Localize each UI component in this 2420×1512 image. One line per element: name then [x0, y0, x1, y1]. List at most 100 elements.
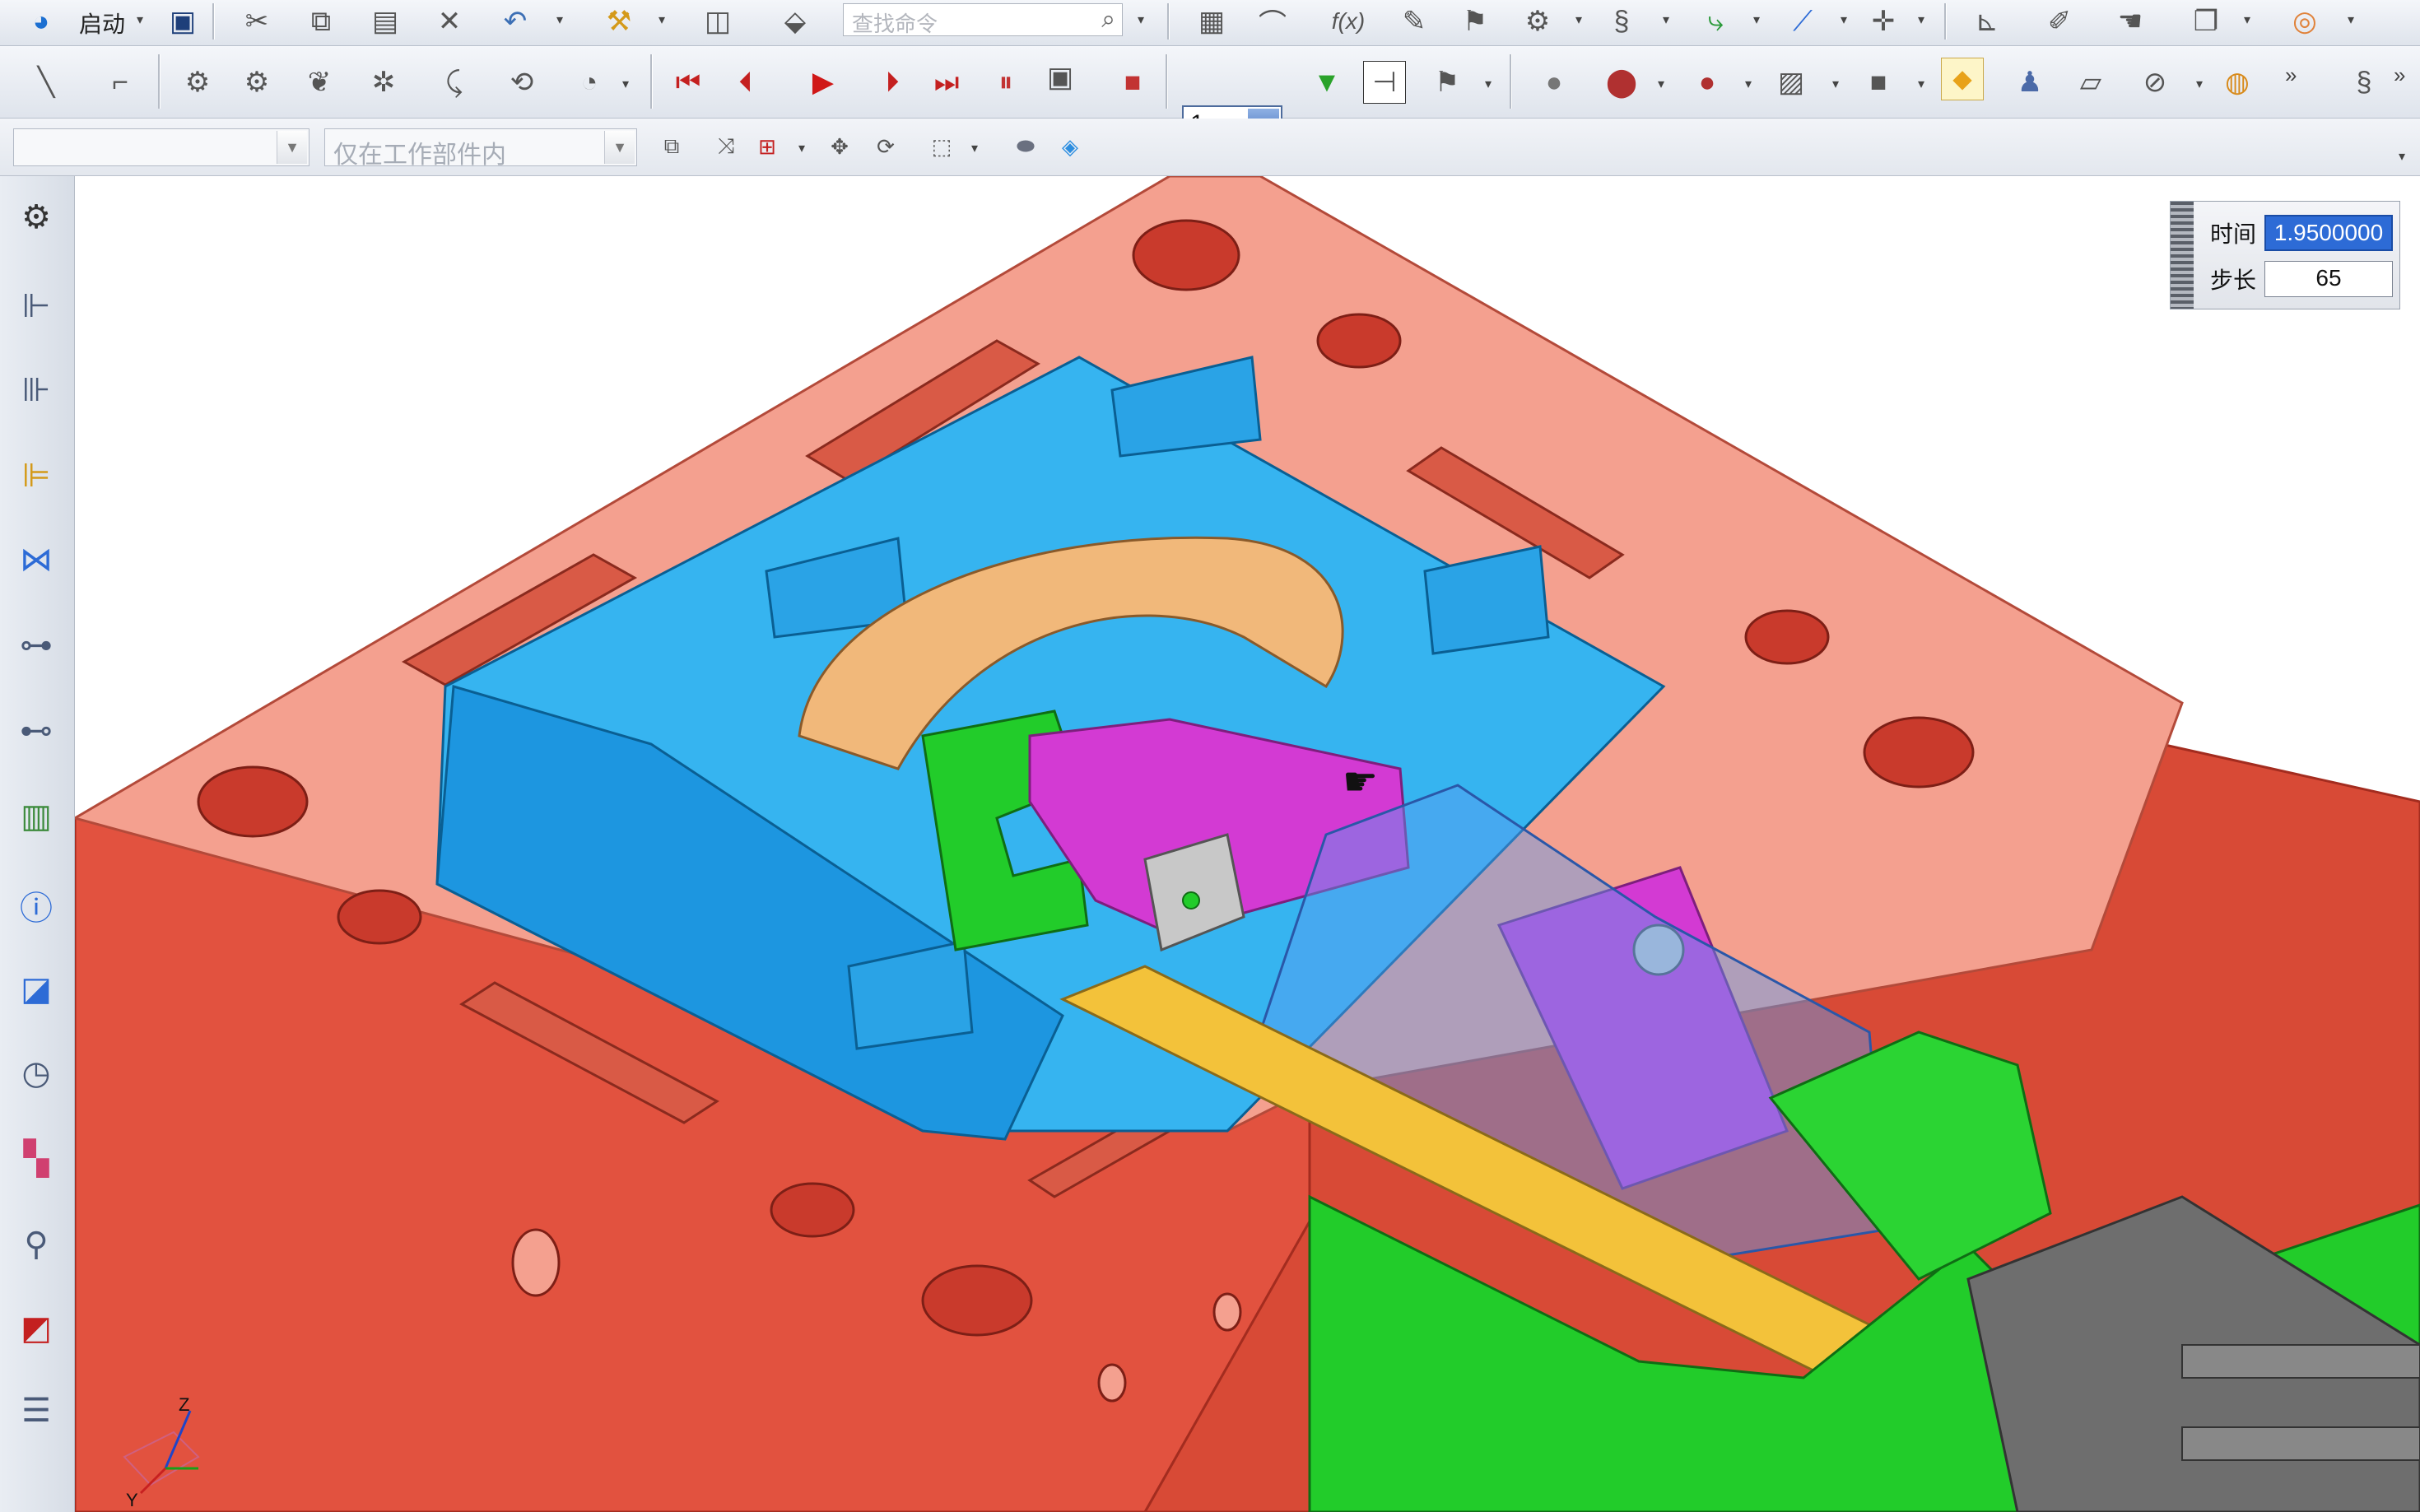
type-filter-select[interactable]: ▼	[13, 128, 309, 166]
step-field[interactable]: 65	[2264, 261, 2393, 297]
point-icon[interactable]: ✛	[1862, 0, 1905, 43]
person-icon[interactable]: ♟	[2008, 61, 2051, 104]
marker-icon[interactable]: ⟋	[1781, 0, 1824, 43]
chevron-down-icon[interactable]: ▾	[798, 140, 805, 156]
brush-icon[interactable]: ✐	[2038, 0, 2081, 43]
assembly-navigator-icon[interactable]: ⊪	[12, 365, 61, 415]
chevron-down-icon[interactable]: ▾	[556, 12, 563, 28]
pause-icon[interactable]: ⏸	[984, 61, 1027, 104]
triangle-down-icon[interactable]: ▼	[1305, 61, 1348, 104]
time-field[interactable]: 1.9500000	[2264, 215, 2393, 251]
cut-icon[interactable]: ✂	[235, 0, 278, 43]
system-scenes-icon[interactable]: ◩	[12, 1304, 61, 1353]
search-input[interactable]: 查找命令 ⌕	[843, 3, 1123, 36]
solid-icon[interactable]: ⬬	[1009, 130, 1042, 163]
curve-icon[interactable]: ⌒	[1251, 0, 1294, 43]
library-books-icon[interactable]: ▥	[12, 792, 61, 841]
target-icon[interactable]: ◎	[2283, 0, 2326, 43]
contact-icon[interactable]: ◔	[568, 61, 611, 104]
rotate-icon[interactable]: ⟳	[869, 130, 902, 163]
copy-icon[interactable]: ⧉	[300, 0, 342, 43]
box-select-icon[interactable]: ⬚	[925, 130, 958, 163]
select-point-icon[interactable]: ⊞	[751, 130, 784, 163]
chevron-down-icon[interactable]: ▾	[1663, 12, 1669, 28]
graphics-window[interactable]: ☛ Z Y	[75, 176, 2420, 1512]
mold-assembly-model[interactable]: ☛ Z Y	[75, 176, 2420, 1512]
chevron-down-icon[interactable]: ▾	[2244, 12, 2250, 28]
filter-icon[interactable]: ⧉	[655, 130, 688, 163]
start-menu-button[interactable]: 启动	[79, 7, 125, 40]
overflow-icon[interactable]: »	[2394, 63, 2405, 88]
panel-grip-handle[interactable]	[2171, 202, 2194, 309]
chevron-down-icon[interactable]: ▾	[1841, 12, 1847, 28]
chevron-down-icon[interactable]: ▼	[604, 131, 635, 164]
clip-plane-icon[interactable]: ⊘	[2134, 61, 2176, 104]
cube-icon[interactable]: ◈	[1054, 130, 1087, 163]
reuse-library-icon[interactable]: ⊶	[12, 621, 61, 670]
rewind-start-icon[interactable]: ⏮	[667, 61, 710, 104]
step-forward-icon[interactable]: ⏵	[871, 61, 914, 104]
hand-tool-icon[interactable]: ☚	[2109, 0, 2152, 43]
search-icon[interactable]: ⌕	[1101, 6, 1115, 34]
record-icon[interactable]: ▣	[1039, 56, 1082, 99]
step-back-icon[interactable]: ⏴	[724, 61, 767, 104]
chevron-down-icon[interactable]: ▾	[622, 76, 629, 92]
overflow-icon[interactable]: »	[2285, 63, 2297, 88]
constraint-icon[interactable]: ⊾	[1966, 0, 2008, 43]
section-icon[interactable]: ▨	[1770, 61, 1813, 104]
select-icon[interactable]: ⬙	[774, 0, 817, 43]
spring-icon[interactable]: §	[2343, 61, 2385, 104]
grid-plane-icon[interactable]: ▱	[2069, 61, 2112, 104]
palette-icon[interactable]: ▚	[12, 1134, 61, 1184]
tool-icon[interactable]: ⚒	[598, 0, 640, 43]
delete-icon[interactable]: ✕	[428, 0, 471, 43]
chevron-down-icon[interactable]: ▾	[971, 140, 978, 156]
spring-icon[interactable]: §	[1600, 0, 1643, 43]
gear-icon[interactable]: ⚙	[1516, 0, 1559, 43]
chevron-down-icon[interactable]: ▾	[1138, 12, 1144, 28]
feature-icon[interactable]: ▦	[1190, 0, 1233, 43]
move-icon[interactable]: ✥	[823, 130, 856, 163]
joint-link-icon[interactable]: ⌐	[99, 61, 142, 104]
spring-joint-icon[interactable]: ⟲	[500, 61, 543, 104]
part-navigator-icon[interactable]: ⊫	[12, 451, 61, 500]
settings-icon[interactable]: ⚙	[12, 193, 61, 242]
tool-roles-icon[interactable]: ⚲	[12, 1220, 61, 1269]
undo-icon[interactable]: ↶	[494, 0, 537, 43]
history-icon[interactable]: ⊷	[12, 706, 61, 756]
formula-icon[interactable]: f(x)	[1327, 0, 1370, 43]
layer-icon[interactable]: ◫	[696, 0, 739, 43]
chevron-down-icon[interactable]: ▾	[137, 12, 143, 28]
globe-icon[interactable]: ◍	[2216, 61, 2259, 104]
web-browser-icon[interactable]: ◪	[12, 965, 61, 1014]
play-icon[interactable]: ▶	[802, 61, 845, 104]
chevron-down-icon[interactable]: ▾	[2348, 12, 2354, 28]
copy-stack-icon[interactable]: ❐	[2185, 0, 2227, 43]
chevron-down-icon[interactable]: ▾	[1918, 76, 1924, 92]
chevron-down-icon[interactable]: ▾	[1918, 12, 1924, 28]
app-logo-icon[interactable]: ◕	[20, 0, 63, 43]
sphere-red-icon[interactable]: ⬤	[1600, 61, 1643, 104]
gear-pair-icon[interactable]: ⚙	[235, 61, 278, 104]
chevron-down-icon[interactable]: ▼	[277, 131, 307, 164]
cam-icon[interactable]: ❦	[298, 61, 341, 104]
flag-icon[interactable]: ⚑	[1454, 0, 1496, 43]
chevron-down-icon[interactable]: ▾	[1485, 76, 1492, 92]
checkered-flag-icon[interactable]: ⚑	[1426, 61, 1468, 104]
motion-navigator-icon[interactable]: ⊩	[12, 281, 61, 331]
sphere-icon[interactable]: ●	[1533, 61, 1575, 104]
snap-icon[interactable]: ⤨	[710, 130, 742, 163]
gear-set-icon[interactable]: ✲	[362, 61, 405, 104]
highlight-icon[interactable]: ⬥	[1941, 58, 1984, 100]
chevron-down-icon[interactable]: ▾	[1832, 76, 1839, 92]
constraint-toggle-icon[interactable]: ⊣	[1363, 61, 1406, 104]
pencil-icon[interactable]: ✎	[1393, 0, 1436, 43]
gear-icon[interactable]: ⚙	[176, 61, 219, 104]
chevron-down-icon[interactable]: ▾	[1745, 76, 1752, 92]
display-icon[interactable]: ■	[1857, 61, 1900, 104]
chevron-down-icon[interactable]: ▾	[1658, 76, 1664, 92]
scope-filter-select[interactable]: 仅在工作部件内 ▼	[324, 128, 637, 169]
fast-forward-end-icon[interactable]: ⏭	[925, 61, 968, 104]
chevron-down-icon[interactable]: ▾	[1575, 12, 1582, 28]
link-icon[interactable]: ╲	[25, 61, 67, 104]
